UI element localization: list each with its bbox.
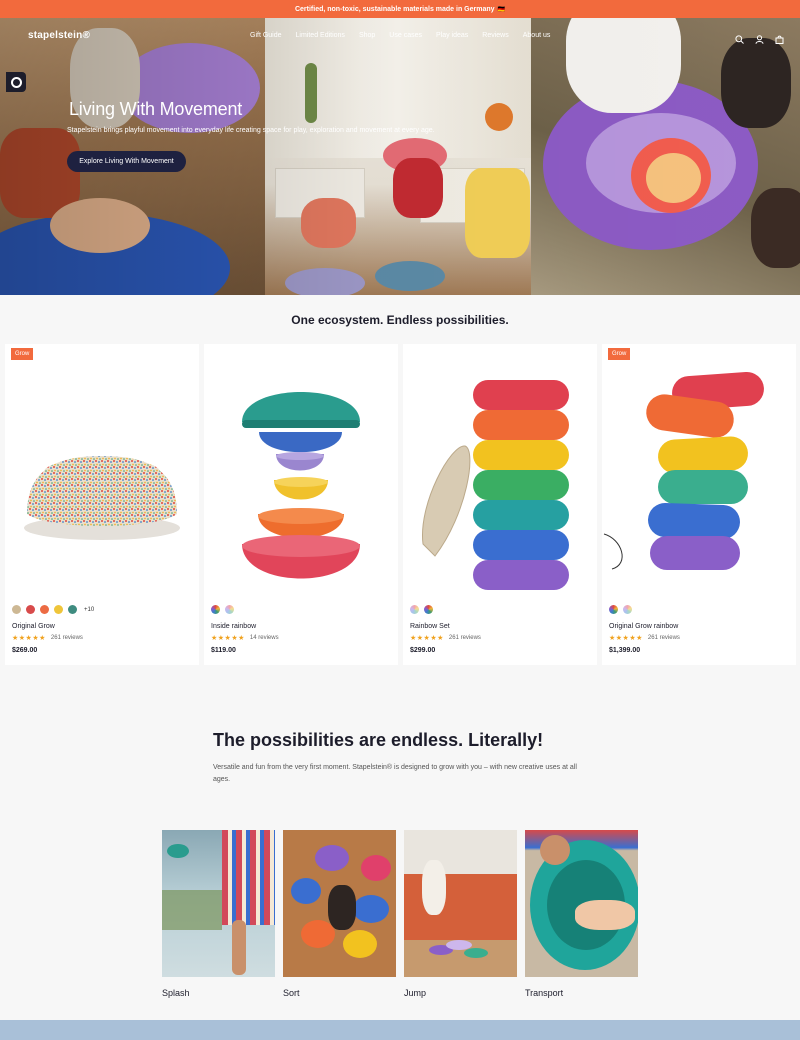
product-card-original-grow-rainbow[interactable]: Grow Original Grow rainbow ★★★★★ 261 rev…	[602, 344, 796, 665]
account-icon[interactable]	[755, 31, 764, 44]
use-case-image-jump[interactable]	[404, 830, 517, 977]
nav-item-use-cases[interactable]: Use cases	[389, 32, 422, 39]
product-image	[603, 371, 764, 570]
nav-item-limited-editions[interactable]: Limited Editions	[296, 32, 345, 39]
use-case-label-sort[interactable]: Sort	[283, 988, 300, 998]
nav-item-reviews[interactable]: Reviews	[482, 32, 508, 39]
color-swatches	[211, 605, 234, 614]
nav-item-about-us[interactable]: About us	[523, 32, 551, 39]
use-case-label-splash[interactable]: Splash	[162, 988, 190, 998]
nav-menu: Gift Guide Limited Editions Shop Use cas…	[250, 32, 550, 39]
main-navigation: stapelstein® Gift Guide Limited Editions…	[0, 18, 800, 56]
color-swatches	[609, 605, 632, 614]
swatch-5[interactable]	[68, 605, 77, 614]
product-price: $299.00	[410, 647, 436, 654]
swatch-pastel[interactable]	[225, 605, 234, 614]
review-count[interactable]: 261 reviews	[51, 635, 83, 641]
nav-item-play-ideas[interactable]: Play ideas	[436, 32, 468, 39]
product-price: $119.00	[211, 647, 236, 654]
product-price: $1,399.00	[609, 647, 641, 654]
ecosystem-title: One ecosystem. Endless possibilities.	[291, 313, 509, 327]
nav-icons	[735, 31, 784, 44]
product-name[interactable]: Rainbow Set	[410, 623, 450, 630]
swatch-rainbow[interactable]	[424, 605, 433, 614]
review-count[interactable]: 14 reviews	[250, 635, 279, 641]
hero-subtitle: Stapelstein brings playful movement into…	[67, 127, 435, 134]
rating-stars-icon: ★★★★★	[211, 635, 245, 642]
product-card-original-grow[interactable]: Grow +10 Original Grow ★★★★★ 261 reviews…	[5, 344, 199, 665]
announcement-bar: Certified, non-toxic, sustainable materi…	[0, 0, 800, 18]
use-case-label-jump[interactable]: Jump	[404, 988, 426, 998]
cart-icon[interactable]	[775, 31, 784, 44]
nav-item-gift-guide[interactable]: Gift Guide	[250, 32, 282, 39]
swatch-pastel[interactable]	[410, 605, 419, 614]
swatch-3[interactable]	[40, 605, 49, 614]
product-card-rainbow-set[interactable]: Rainbow Set ★★★★★ 261 reviews $299.00	[403, 344, 597, 665]
product-rating: ★★★★★ 261 reviews	[410, 634, 481, 642]
accessibility-button[interactable]	[6, 72, 26, 92]
hero-cta-button[interactable]: Explore Living With Movement	[67, 151, 186, 172]
use-case-label-transport[interactable]: Transport	[525, 988, 563, 998]
product-name[interactable]: Inside rainbow	[211, 623, 256, 630]
germany-flag-icon: 🇩🇪	[497, 6, 506, 13]
product-image	[24, 456, 180, 540]
more-swatches[interactable]: +10	[84, 607, 94, 613]
use-case-image-sort[interactable]	[283, 830, 396, 977]
product-card-inside-rainbow[interactable]: Inside rainbow ★★★★★ 14 reviews $119.00	[204, 344, 398, 665]
rating-stars-icon: ★★★★★	[12, 635, 46, 642]
product-image	[422, 380, 569, 590]
review-count[interactable]: 261 reviews	[449, 635, 481, 641]
product-name[interactable]: Original Grow rainbow	[609, 623, 678, 630]
rating-stars-icon: ★★★★★	[410, 635, 444, 642]
grow-badge: Grow	[11, 348, 34, 360]
possibilities-text: Versatile and fun from the very first mo…	[213, 764, 577, 783]
product-rating: ★★★★★ 261 reviews	[12, 634, 83, 642]
grow-badge: Grow	[608, 348, 631, 360]
nav-item-shop[interactable]: Shop	[359, 32, 375, 39]
product-image	[242, 392, 360, 579]
logo[interactable]: stapelstein®	[28, 30, 90, 41]
accessibility-icon	[10, 76, 22, 88]
color-swatches: +10	[12, 605, 94, 614]
product-name[interactable]: Original Grow	[12, 623, 55, 630]
product-rating: ★★★★★ 261 reviews	[609, 634, 680, 642]
footer-band	[0, 1020, 800, 1040]
review-count[interactable]: 261 reviews	[648, 635, 680, 641]
swatch-2[interactable]	[26, 605, 35, 614]
swatch-1[interactable]	[12, 605, 21, 614]
swatch-rainbow[interactable]	[211, 605, 220, 614]
possibilities-title: The possibilities are endless. Literally…	[213, 730, 544, 750]
hero-title: Living With Movement	[69, 99, 243, 119]
search-icon[interactable]	[735, 31, 744, 44]
announcement-text: Certified, non-toxic, sustainable materi…	[294, 5, 495, 13]
swatch-pastel[interactable]	[623, 605, 632, 614]
rating-stars-icon: ★★★★★	[609, 635, 643, 642]
product-rating: ★★★★★ 14 reviews	[211, 634, 279, 642]
use-case-image-transport[interactable]	[525, 830, 638, 977]
color-swatches	[410, 605, 433, 614]
use-case-image-splash[interactable]	[162, 830, 275, 977]
swatch-rainbow[interactable]	[609, 605, 618, 614]
product-price: $269.00	[12, 647, 38, 654]
swatch-4[interactable]	[54, 605, 63, 614]
